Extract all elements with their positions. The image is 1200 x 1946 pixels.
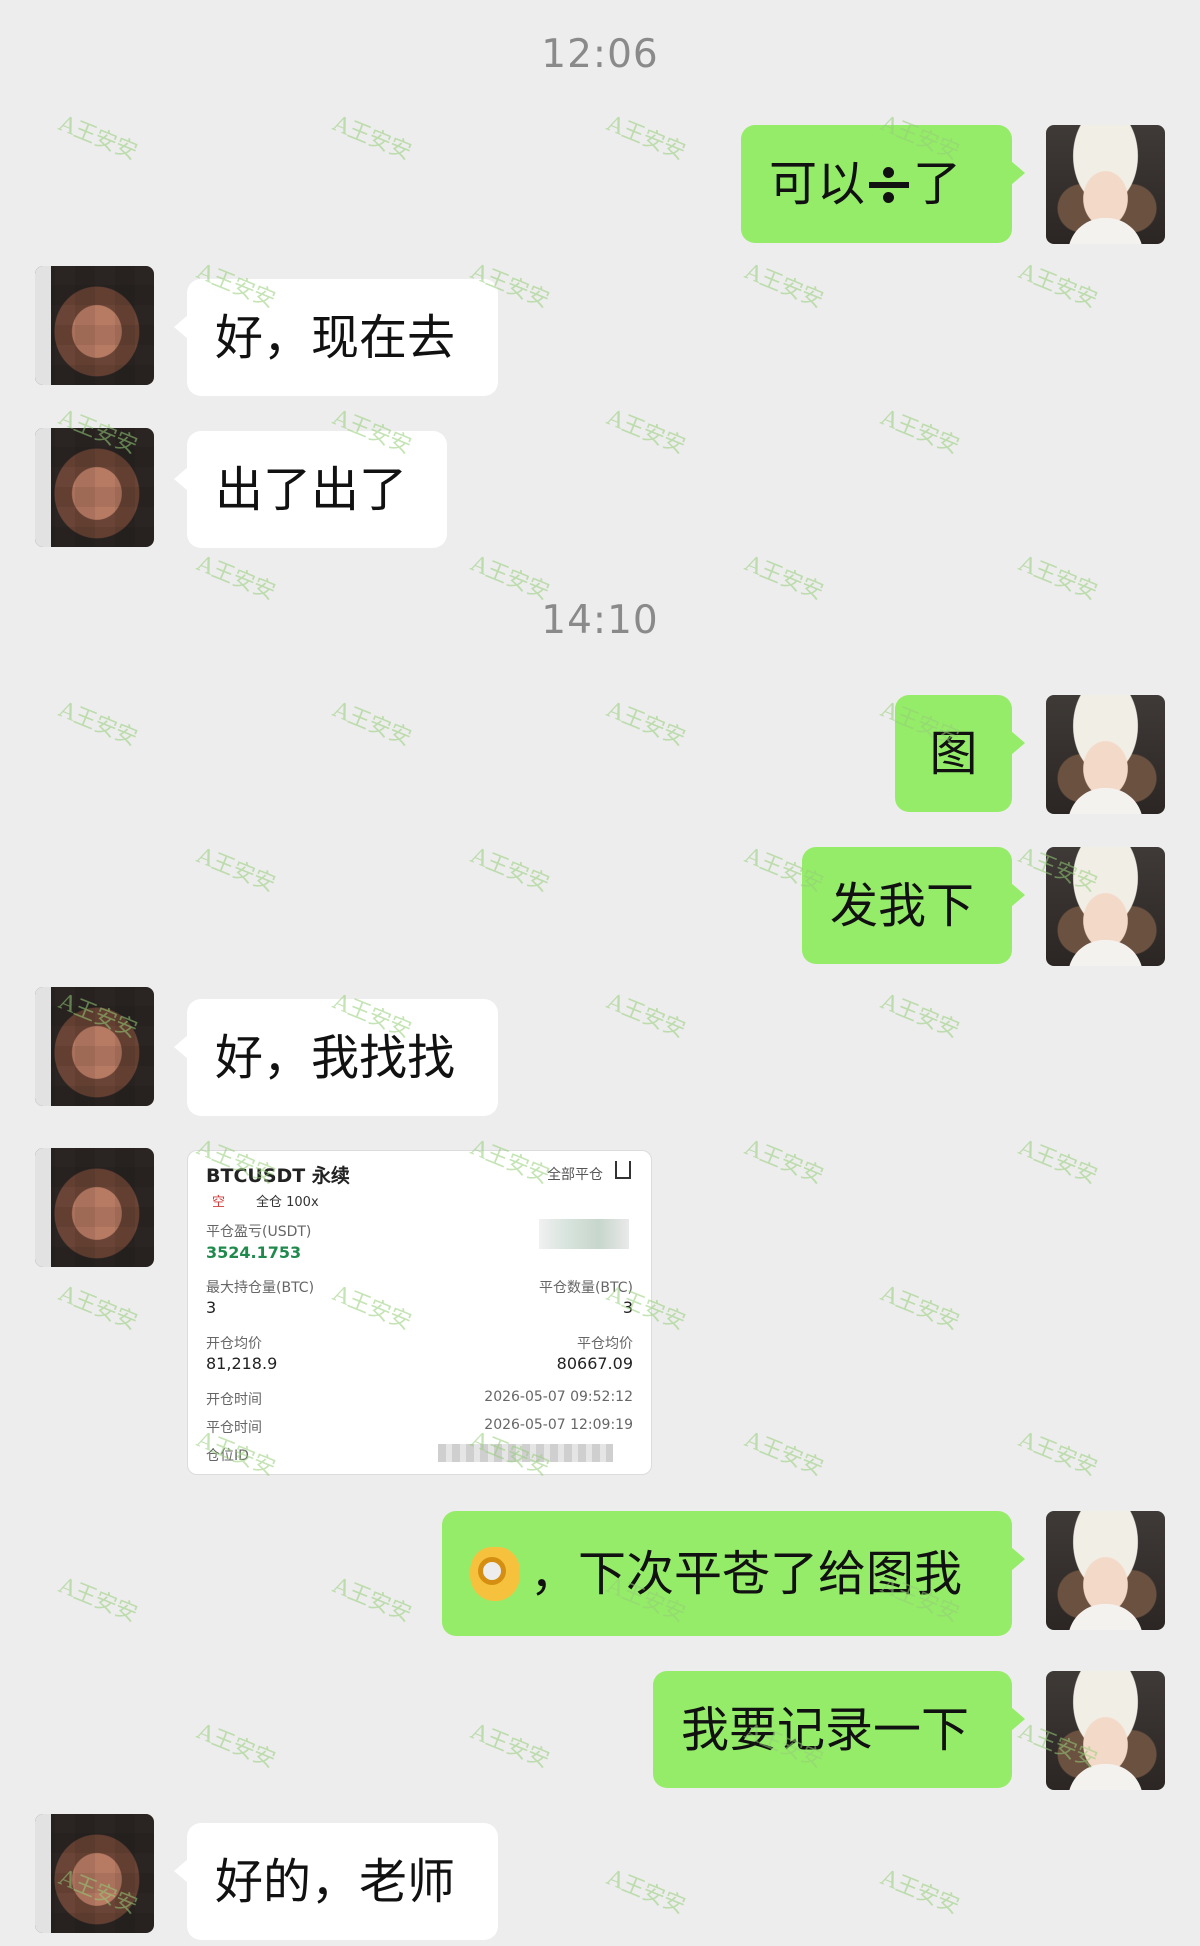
avatar-contact[interactable]: [35, 1814, 154, 1933]
pnl-value: 3524.1753: [206, 1243, 302, 1262]
watermark: A王安安: [877, 1281, 963, 1336]
close-qty-value: 3: [622, 1298, 633, 1317]
message-bubble-sent[interactable]: ，下次平苍了给图我: [442, 1511, 1025, 1636]
message-text: 可以: [769, 156, 866, 212]
message-text: 了: [913, 156, 962, 212]
position-id-label: 仓位ID: [206, 1448, 249, 1464]
watermark: A王安安: [1015, 259, 1101, 314]
close-time-label: 平仓时间: [206, 1420, 262, 1436]
close-all-label: 全部平仓: [547, 1167, 603, 1183]
watermark: A王安安: [467, 1719, 553, 1774]
blurred-field: [539, 1219, 629, 1249]
watermark: A王安安: [467, 843, 553, 898]
watermark: A王安安: [1015, 1135, 1101, 1190]
avatar-self[interactable]: [1046, 125, 1165, 244]
ok-hand-emoji: [470, 1546, 520, 1601]
blurred-position-id: [438, 1444, 613, 1462]
division-sign-icon: [869, 164, 910, 204]
watermark: A王安安: [55, 1573, 141, 1628]
pnl-label: 平仓盈亏(USDT): [206, 1224, 312, 1240]
timestamp: 12:06: [541, 32, 659, 77]
message-text: 好，我找找: [215, 1029, 456, 1086]
watermark: A王安安: [603, 697, 689, 752]
watermark: A王安安: [877, 989, 963, 1044]
watermark: A王安安: [55, 697, 141, 752]
message-text: 好的，老师: [215, 1853, 456, 1910]
message-bubble-sent[interactable]: 发我下: [802, 847, 1025, 964]
close-avg-label: 平仓均价: [577, 1336, 633, 1352]
message-text: 出了出了: [215, 461, 408, 518]
open-time-label: 开仓时间: [206, 1392, 262, 1408]
message-bubble-received[interactable]: 出了出了: [174, 431, 447, 548]
watermark: A王安安: [741, 1427, 827, 1482]
watermark: A王安安: [603, 111, 689, 166]
open-avg-label: 开仓均价: [206, 1336, 262, 1352]
watermark: A王安安: [877, 405, 963, 460]
watermark: A王安安: [193, 843, 279, 898]
position-side: 空: [212, 1195, 226, 1210]
avatar-self[interactable]: [1046, 847, 1165, 966]
image-message-trade-screenshot[interactable]: BTCUSDT 永续 全部平仓 空 全仓 100x 平仓盈亏(USDT) 352…: [187, 1150, 652, 1475]
open-avg-value: 81,218.9: [206, 1354, 278, 1373]
close-qty-label: 平仓数量(BTC): [538, 1280, 633, 1296]
message-bubble-sent[interactable]: 可以 了: [741, 125, 1025, 243]
message-text: 图: [929, 725, 978, 782]
avatar-contact[interactable]: [35, 987, 154, 1106]
watermark: A王安安: [1015, 1427, 1101, 1482]
watermark: A王安安: [329, 1573, 415, 1628]
avatar-contact[interactable]: [35, 428, 154, 547]
message-bubble-sent[interactable]: 图: [895, 695, 1025, 812]
watermark: A王安安: [877, 1865, 963, 1920]
message-bubble-received[interactable]: 好，现在去: [174, 279, 498, 396]
watermark: A王安安: [329, 697, 415, 752]
watermark: A王安安: [55, 111, 141, 166]
watermark: A王安安: [329, 111, 415, 166]
avatar-self[interactable]: [1046, 695, 1165, 814]
trade-symbol: BTCUSDT 永续: [206, 1165, 350, 1187]
close-time-value: 2026-05-07 12:09:19: [484, 1417, 633, 1433]
close-avg-value: 80667.09: [556, 1354, 633, 1373]
watermark: A王安安: [741, 1135, 827, 1190]
watermark: A王安安: [603, 1865, 689, 1920]
message-text: 发我下: [830, 877, 975, 934]
share-icon: [615, 1161, 631, 1179]
message-bubble-sent[interactable]: 我要记录一下: [653, 1671, 1025, 1788]
chat-view: 12:06 可以 了 好，现在去 出了出了 14:10 图 发我下 好，我找找 …: [0, 0, 1200, 1946]
margin-mode: 全仓 100x: [256, 1195, 319, 1210]
avatar-self[interactable]: [1046, 1511, 1165, 1630]
message-bubble-received[interactable]: 好的，老师: [174, 1823, 498, 1940]
message-text: ，下次平苍了给图我: [530, 1545, 963, 1602]
message-text: 好，现在去: [215, 309, 456, 366]
avatar-self[interactable]: [1046, 1671, 1165, 1790]
watermark: A王安安: [55, 1281, 141, 1336]
avatar-contact[interactable]: [35, 1148, 154, 1267]
message-text: 我要记录一下: [681, 1701, 970, 1758]
max-position-value: 3: [206, 1298, 217, 1317]
timestamp: 14:10: [541, 598, 659, 643]
avatar-contact[interactable]: [35, 266, 154, 385]
watermark: A王安安: [193, 1719, 279, 1774]
max-position-label: 最大持仓量(BTC): [206, 1280, 315, 1296]
watermark: A王安安: [603, 405, 689, 460]
watermark: A王安安: [603, 989, 689, 1044]
open-time-value: 2026-05-07 09:52:12: [484, 1389, 633, 1405]
message-bubble-received[interactable]: 好，我找找: [174, 999, 498, 1116]
watermark: A王安安: [741, 259, 827, 314]
